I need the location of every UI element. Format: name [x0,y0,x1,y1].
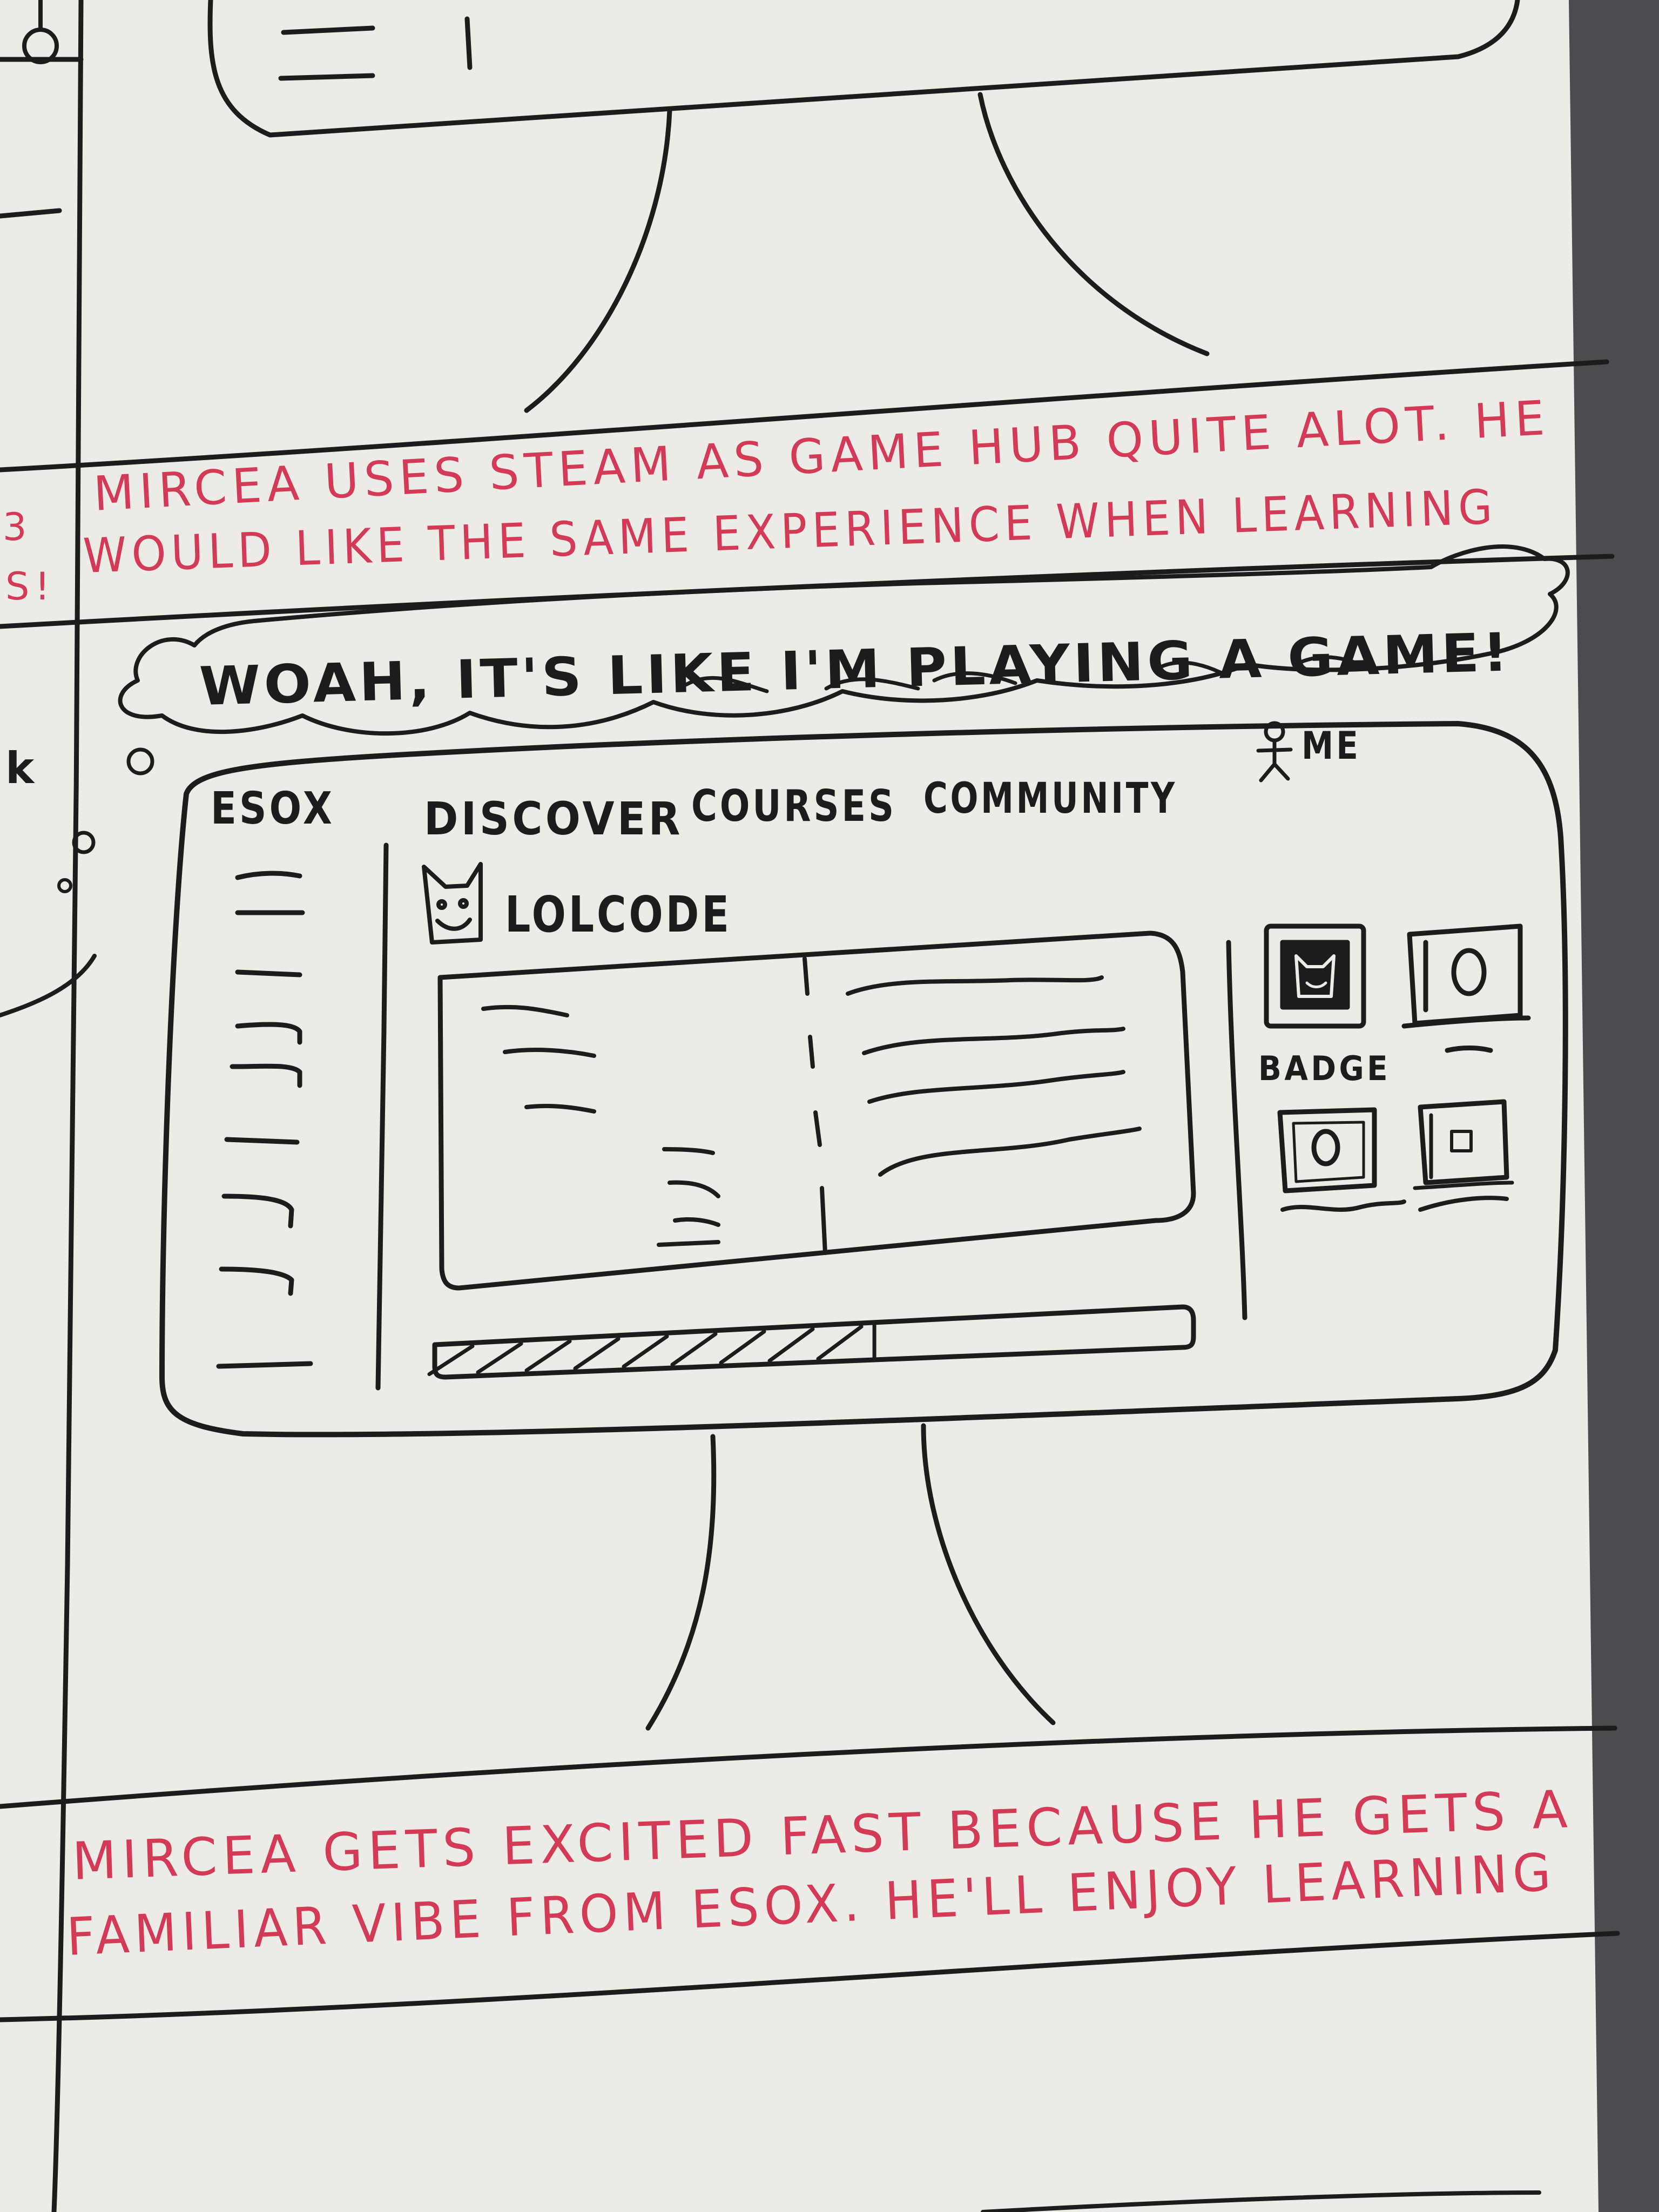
badges-label: BADGE [1258,1049,1391,1088]
logo[interactable]: ESOX [211,783,335,834]
sidebar-item[interactable] [224,1137,300,1145]
course-title: LOLCODE [505,886,732,943]
nav-discover[interactable]: DISCOVER [424,792,683,845]
nav-community[interactable]: COMMUNITY [923,774,1177,823]
storyboard-sketch: MIRCEA USES STEAM AS GAME HUB QUITE ALOT… [0,0,1620,2212]
nav-courses[interactable]: COURSES [691,781,896,831]
svg-text:3: 3 [3,505,32,549]
sidebar-item[interactable] [235,969,302,977]
svg-text:S!: S! [5,564,56,609]
storyboard-page: MIRCEA USES STEAM AS GAME HUB QUITE ALOT… [0,0,1659,2212]
svg-text:k: k [5,743,37,793]
sidebar-item[interactable] [216,1361,313,1369]
user-label: ME [1301,724,1361,768]
